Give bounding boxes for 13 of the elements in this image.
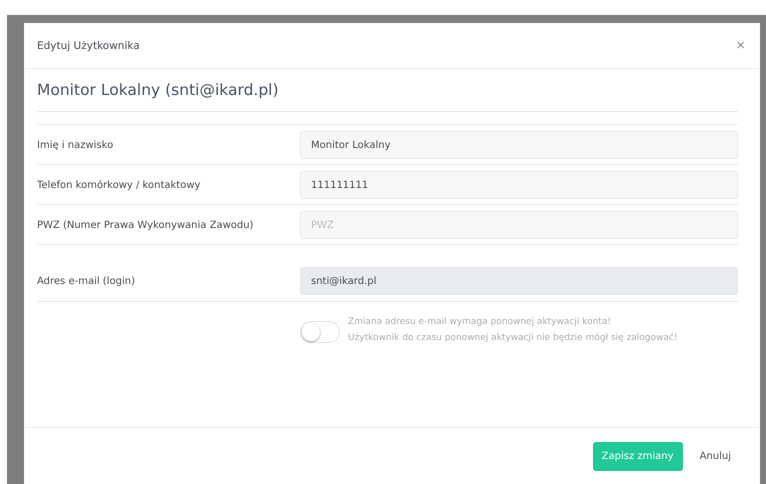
field-label: Adres e-mail (login) <box>37 276 136 286</box>
toggle-switch[interactable] <box>300 321 340 343</box>
notice-text: Zmiana adresu e-mail wymaga ponownej aktywacji konta! <box>348 317 612 327</box>
input-field[interactable]: 111111111 <box>300 171 738 199</box>
field-label: Telefon komórkowy / kontaktowy <box>37 180 202 190</box>
field-label: Imię i nazwisko <box>37 140 114 150</box>
input-field[interactable]: Monitor Lokalny <box>300 131 738 159</box>
dialog-title: Edytuj Użytkownika <box>37 40 140 52</box>
notice-text: Użytkownik do czasu ponownej aktywacji nie będzie mógł się zalogować! <box>348 333 678 343</box>
field-label: PWZ (Numer Prawa Wykonywania Zawodu) <box>37 220 254 230</box>
input-field[interactable]: PWZ <box>300 211 738 239</box>
cancel-button[interactable]: Anuluj <box>690 442 740 470</box>
user-heading: Monitor Lokalny (snti@ikard.pl) <box>37 69 738 112</box>
